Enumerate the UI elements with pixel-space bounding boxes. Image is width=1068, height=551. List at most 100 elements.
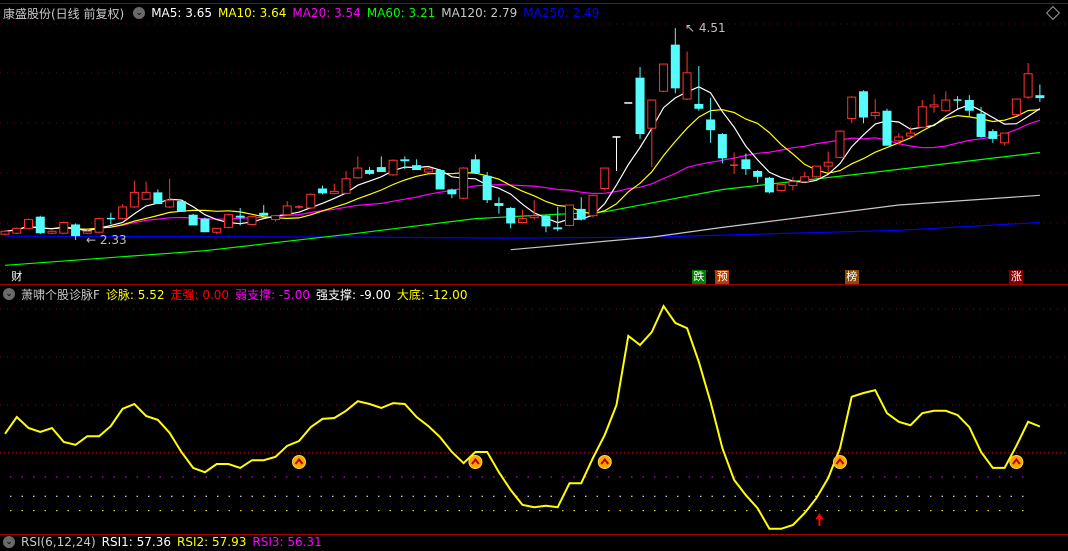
candle	[247, 215, 257, 226]
candle	[153, 189, 163, 205]
signal-circle	[1009, 455, 1024, 469]
candle	[118, 204, 128, 220]
candle-body	[459, 167, 469, 199]
candle-body	[129, 191, 139, 208]
candle	[882, 108, 892, 146]
candle-body	[847, 96, 857, 119]
candle-body	[517, 218, 527, 224]
candle	[94, 217, 104, 234]
chevron-down-icon[interactable]: ⌄	[3, 288, 15, 300]
candle	[212, 227, 222, 235]
candle-body	[376, 167, 386, 172]
candle	[706, 98, 716, 143]
candle-body	[941, 99, 951, 112]
candle	[717, 133, 727, 164]
candle-body	[365, 170, 375, 174]
candle-body	[223, 214, 233, 228]
candle	[929, 94, 939, 113]
candle-body	[306, 193, 316, 209]
candle	[1035, 84, 1045, 102]
indicator-legend: 诊脉: 5.52 走强: 0.00 弱支撑: -5.00 强支撑: -9.00 大底: …	[106, 286, 474, 303]
candle	[976, 106, 986, 138]
signal-circle	[468, 455, 483, 469]
candle	[12, 227, 22, 235]
candle	[1000, 132, 1010, 146]
candle-body	[964, 100, 974, 111]
event-label[interactable]: 榜	[844, 270, 859, 284]
candle-body	[988, 131, 998, 139]
candle-body	[447, 189, 457, 195]
candle-body	[341, 178, 351, 194]
candle	[376, 156, 386, 172]
candle	[776, 183, 786, 192]
indicator-title[interactable]: 萧啸个股诊脉F	[21, 286, 100, 303]
candle	[529, 200, 539, 220]
candle-body	[764, 177, 774, 193]
chevron-down-icon[interactable]: ⌄	[3, 536, 15, 548]
rsi-title[interactable]: RSI(6,12,24)	[21, 535, 96, 549]
candle	[494, 197, 504, 214]
candle-body	[717, 134, 727, 159]
candle-body	[282, 205, 292, 216]
candle	[35, 215, 45, 235]
candle-body	[1035, 95, 1045, 99]
candle	[823, 151, 833, 173]
candle	[423, 168, 433, 173]
candle-body	[800, 176, 810, 183]
candle-body	[270, 215, 280, 221]
signal-circle	[597, 455, 612, 469]
candle-body	[917, 106, 927, 128]
candle	[600, 167, 610, 191]
candle	[59, 221, 69, 235]
candle-body	[388, 159, 398, 176]
candle-body	[470, 159, 480, 173]
candle	[847, 96, 857, 124]
candle-body	[894, 136, 904, 142]
candle-body	[212, 227, 222, 233]
candle-body	[1023, 73, 1033, 98]
candle-body	[564, 204, 574, 226]
candle-body	[706, 119, 716, 131]
low-price-value: 2.33	[99, 233, 127, 247]
event-label[interactable]: 预	[715, 270, 730, 284]
candle-body	[247, 216, 257, 225]
buy-signal-icon	[597, 455, 612, 469]
candle-body	[541, 215, 551, 227]
candle-body	[811, 165, 821, 178]
candle	[541, 214, 551, 233]
candle	[858, 90, 868, 124]
indicator-value-1: 走强: 0.00	[170, 287, 230, 302]
candle-body	[259, 212, 269, 216]
candle	[764, 176, 774, 194]
candle-body	[870, 112, 880, 117]
event-label[interactable]: 跌	[691, 270, 706, 284]
up-arrow-icon	[815, 513, 824, 526]
chevron-up-icon	[600, 457, 610, 465]
chevron-up-icon	[835, 457, 845, 465]
ma5-line	[4, 86, 1041, 232]
candle-body	[24, 219, 34, 229]
candle-body	[1000, 132, 1010, 144]
candle	[106, 212, 115, 225]
candle	[506, 206, 516, 229]
candle	[811, 165, 821, 178]
candle	[753, 170, 763, 183]
ma250-line	[4, 221, 1040, 239]
high-price-label: ↖ 4.51	[685, 21, 726, 35]
candle-body	[94, 218, 104, 233]
candle-body	[494, 203, 504, 206]
candle-body	[1011, 98, 1021, 116]
candle	[941, 91, 951, 112]
candle-body	[118, 206, 128, 220]
candle	[576, 197, 586, 221]
indicator-value-2: 弱支撑: -5.00	[235, 287, 310, 302]
candlestick-chart[interactable]	[0, 0, 1068, 284]
candle	[341, 170, 351, 195]
candle	[482, 171, 492, 204]
candle	[223, 213, 233, 229]
candle-body	[165, 199, 175, 208]
candle-body	[59, 222, 69, 234]
indicator-header: ⌄ 萧啸个股诊脉F 诊脉: 5.52 走强: 0.00 弱支撑: -5.00 强支撑:…	[0, 285, 1068, 303]
event-label[interactable]: 财	[9, 270, 24, 284]
event-label[interactable]: 涨	[1009, 270, 1024, 284]
